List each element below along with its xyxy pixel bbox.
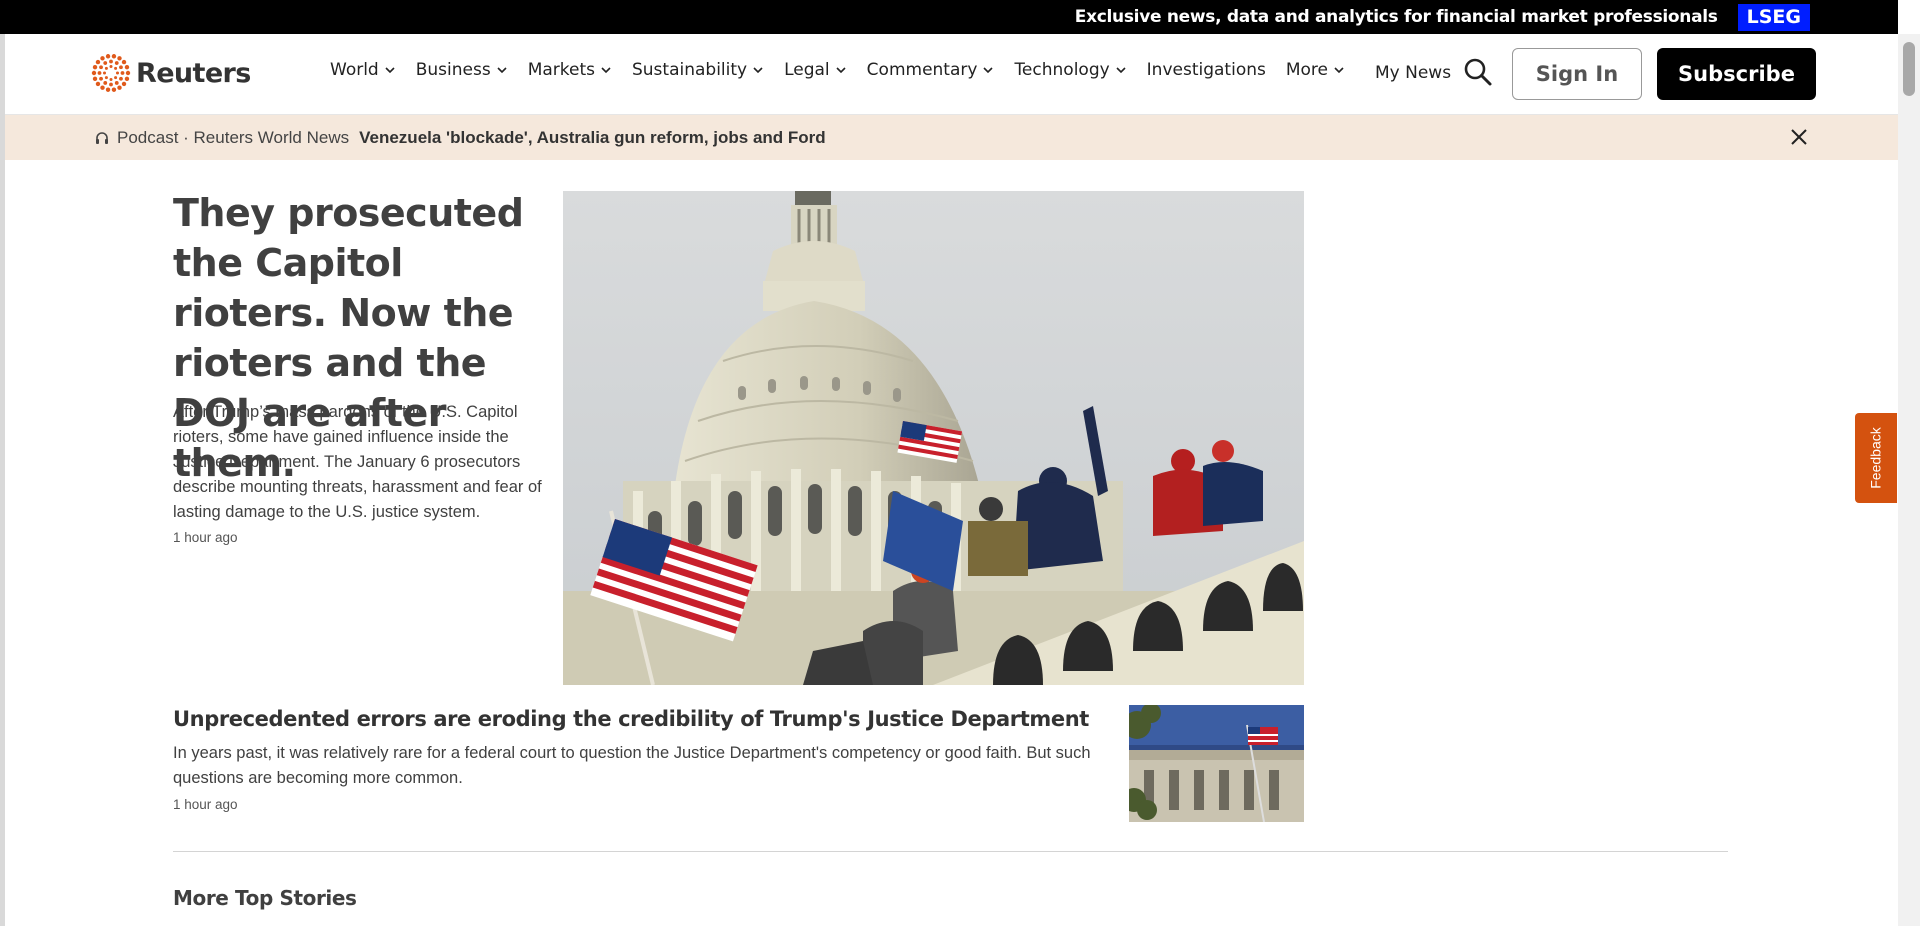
second-story-title[interactable]: Unprecedented errors are eroding the cre… — [173, 707, 1089, 731]
top-promo-bar: Exclusive news, data and analytics for f… — [0, 0, 1898, 34]
podcast-source: Podcast · Reuters World News — [117, 127, 350, 147]
nav-item-sustainability[interactable]: Sustainability — [632, 60, 764, 80]
nav-item-label: Legal — [784, 60, 830, 80]
lead-story-image[interactable] — [563, 191, 1304, 685]
nav-item-business[interactable]: Business — [416, 60, 508, 80]
nav-item-technology[interactable]: Technology — [1014, 60, 1126, 80]
promo-text[interactable]: Exclusive news, data and analytics for f… — [1075, 7, 1718, 27]
section-divider — [173, 851, 1728, 852]
my-news-link[interactable]: My News — [1375, 63, 1451, 83]
site-header: Reuters World Business Markets Sustainabili… — [5, 34, 1898, 115]
scrollbar-thumb[interactable] — [1903, 42, 1915, 96]
nav-item-investigations[interactable]: Investigations — [1147, 60, 1266, 80]
podcast-title[interactable]: Venezuela 'blockade', Australia gun refo… — [359, 128, 826, 148]
chevron-down-icon — [983, 67, 994, 74]
second-story-image[interactable] — [1129, 705, 1304, 822]
nav-item-label: Investigations — [1146, 60, 1266, 80]
nav-item-legal[interactable]: Legal — [784, 60, 847, 80]
left-border — [0, 34, 5, 926]
feedback-label: Feedback — [1868, 427, 1885, 489]
lead-story-description: After Trump’s mass pardons of the U.S. C… — [173, 403, 542, 521]
subscribe-button[interactable]: Subscribe — [1657, 48, 1816, 100]
nav-item-markets[interactable]: Markets — [528, 60, 612, 80]
nav-item-more[interactable]: More — [1286, 60, 1345, 80]
nav-item-label: More — [1285, 60, 1329, 80]
close-icon[interactable] — [1789, 127, 1809, 147]
nav-item-commentary[interactable]: Commentary — [867, 60, 995, 80]
nav-item-label: Business — [415, 60, 491, 80]
nav-item-label: World — [330, 60, 379, 80]
lead-story-time: 1 hour ago — [173, 530, 238, 545]
chevron-down-icon — [601, 67, 611, 74]
main-nav: World Business Markets Sustainability Legal C… — [330, 60, 1365, 80]
second-story-time: 1 hour ago — [173, 797, 238, 812]
chevron-down-icon — [497, 67, 507, 74]
sign-in-button[interactable]: Sign In — [1512, 48, 1642, 100]
capitol-photo — [563, 191, 1304, 685]
feedback-button[interactable]: Feedback — [1855, 413, 1897, 503]
chevron-down-icon — [836, 67, 846, 74]
nav-item-label: Technology — [1014, 60, 1110, 80]
chevron-down-icon — [753, 67, 763, 74]
chevron-down-icon — [385, 67, 395, 74]
more-top-stories-heading: More Top Stories — [173, 886, 357, 910]
chevron-down-icon — [1334, 67, 1344, 74]
lseg-logo[interactable]: LSEG — [1737, 3, 1810, 31]
nav-item-label: Sustainability — [631, 60, 748, 80]
reuters-logo-icon — [91, 54, 131, 92]
chevron-down-icon — [1116, 67, 1126, 74]
nav-item-world[interactable]: World — [330, 60, 396, 80]
reuters-logo[interactable]: Reuters — [90, 52, 251, 94]
page-scrollbar[interactable] — [1898, 34, 1920, 926]
search-icon[interactable] — [1463, 57, 1493, 87]
nav-item-label: Markets — [527, 60, 595, 80]
logo-text: Reuters — [136, 57, 251, 89]
second-story-description: In years past, it was relatively rare fo… — [173, 744, 1091, 787]
nav-item-label: Commentary — [866, 60, 978, 80]
podcast-banner[interactable]: Podcast · Reuters World News Venezuela '… — [5, 115, 1898, 160]
headphones-icon — [96, 131, 108, 144]
justice-building-photo — [1129, 705, 1304, 822]
